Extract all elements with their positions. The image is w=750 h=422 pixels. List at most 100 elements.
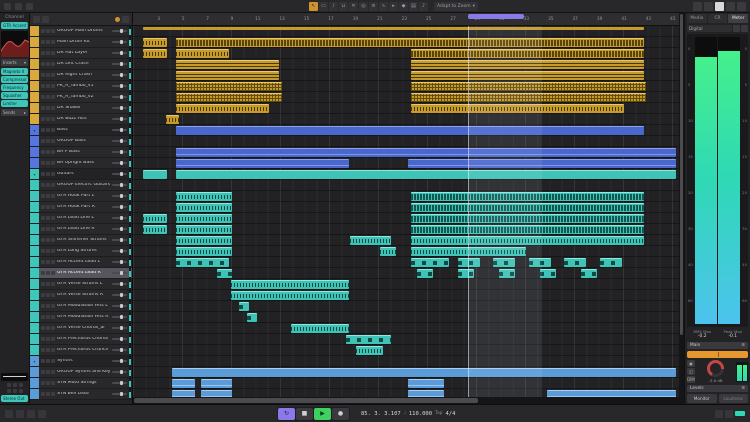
insert-slot[interactable]: Limiter [1, 100, 28, 107]
track-volume-slider[interactable] [112, 272, 127, 274]
track-row-gtr-verse-strums-r[interactable]: GTR Verse Strums R [30, 290, 132, 301]
record-enable-icon[interactable] [51, 271, 55, 275]
record-enable-icon[interactable] [51, 40, 55, 44]
track-lane[interactable] [133, 268, 679, 279]
event-clip[interactable] [217, 269, 233, 278]
solo-icon[interactable] [46, 315, 50, 319]
event-clip[interactable] [411, 93, 646, 102]
insert-slot[interactable]: Magneto II [1, 68, 28, 75]
event-clip[interactable] [499, 269, 515, 278]
track-row-ba-upright-bass[interactable]: BA Upright Bass [30, 158, 132, 169]
track-lane[interactable] [133, 81, 679, 92]
event-clip[interactable] [350, 236, 391, 245]
draw-tool[interactable]: ∿ [379, 2, 388, 11]
track-lane[interactable] [133, 224, 679, 235]
mute-icon[interactable] [41, 326, 45, 330]
record-enable-icon[interactable] [51, 29, 55, 33]
mute-icon[interactable] [41, 29, 45, 33]
cycle-button[interactable]: ↻ [278, 408, 295, 420]
mute-tool[interactable]: ≡ [369, 2, 378, 11]
vertical-scrollbar-thumb[interactable] [680, 14, 683, 335]
timeline-ruler[interactable]: 3579111315171921232527293133353739414345 [133, 13, 679, 26]
event-clip[interactable] [176, 49, 230, 58]
track-lane[interactable] [133, 323, 679, 334]
track-volume-slider[interactable] [112, 129, 127, 131]
track-volume-slider[interactable] [112, 371, 127, 373]
event-clip[interactable] [143, 38, 167, 47]
zoom-tool[interactable]: ◎ [359, 2, 368, 11]
event-clip[interactable] [172, 368, 432, 377]
track-volume-slider[interactable] [112, 305, 127, 307]
solo-icon[interactable] [46, 117, 50, 121]
record-enable-icon[interactable] [51, 238, 55, 242]
track-row-gtr-hook-part-l[interactable]: GTR Hook Part L [30, 191, 132, 202]
zone-left-icon[interactable] [715, 2, 724, 11]
track-volume-slider[interactable] [112, 217, 127, 219]
track-volume-slider[interactable] [112, 239, 127, 241]
event-clip[interactable] [143, 225, 167, 234]
event-clip[interactable] [411, 71, 644, 80]
event-clip[interactable] [380, 247, 396, 256]
event-clip[interactable] [176, 236, 233, 245]
mute-icon[interactable] [41, 315, 45, 319]
mute-icon[interactable] [41, 106, 45, 110]
event-clip[interactable] [411, 82, 646, 91]
event-display[interactable] [133, 26, 679, 397]
record-enable-icon[interactable] [51, 216, 55, 220]
track-lane[interactable] [133, 158, 679, 169]
event-clip[interactable] [458, 269, 474, 278]
record-enable-icon[interactable] [51, 128, 55, 132]
track-row-gtr-modulation-hits-r[interactable]: GTR Modulation Hits R [30, 312, 132, 323]
maximize-icon[interactable] [26, 3, 33, 10]
track-row-ba-p-bass[interactable]: BA P Bass [30, 147, 132, 158]
solo-icon[interactable] [46, 293, 50, 297]
solo-icon[interactable] [46, 227, 50, 231]
solo-icon[interactable] [46, 73, 50, 77]
record-enable-icon[interactable] [51, 227, 55, 231]
track-volume-slider[interactable] [112, 107, 127, 109]
track-volume-slider[interactable] [112, 195, 127, 197]
track-lane[interactable] [133, 279, 679, 290]
solo-icon[interactable] [46, 128, 50, 132]
mute-icon[interactable] [41, 84, 45, 88]
mute-icon[interactable] [41, 40, 45, 44]
snap-toggle[interactable]: ▤ [409, 2, 418, 11]
sends-section-header[interactable]: Sends ▸ [1, 109, 28, 116]
event-clip[interactable] [231, 280, 349, 289]
audio-performance-icon[interactable] [16, 410, 24, 418]
mute-icon[interactable] [41, 282, 45, 286]
tab-cr[interactable]: CR [708, 14, 728, 23]
track-volume-slider[interactable] [112, 338, 127, 340]
vertical-scrollbar[interactable] [679, 13, 684, 404]
event-clip[interactable] [231, 291, 349, 300]
track-lane[interactable] [133, 290, 679, 301]
record-enable-icon[interactable] [51, 51, 55, 55]
stop-button[interactable]: ■ [296, 408, 313, 420]
mute-icon[interactable] [41, 260, 45, 264]
monitor-icon[interactable] [7, 389, 11, 393]
menu-icon[interactable] [4, 3, 11, 10]
solo-icon[interactable] [46, 172, 50, 176]
track-volume-slider[interactable] [112, 316, 127, 318]
solo-icon[interactable] [46, 348, 50, 352]
event-clip[interactable] [346, 335, 391, 344]
event-clip[interactable] [172, 379, 195, 388]
track-volume-slider[interactable] [112, 349, 127, 351]
track-lane[interactable] [133, 26, 679, 37]
track-volume-slider[interactable] [112, 140, 127, 142]
track-lane[interactable] [133, 125, 679, 136]
track-row-gtr-prechorus-crunch[interactable]: GTR Prechorus Crunch [30, 345, 132, 356]
track-row-dr-right-crash[interactable]: DR Right Crash [30, 70, 132, 81]
tab-media[interactable]: Media [687, 14, 707, 23]
track-lane[interactable] [133, 59, 679, 70]
event-clip[interactable] [411, 247, 526, 256]
track-lane[interactable] [133, 257, 679, 268]
track-volume-slider[interactable] [112, 206, 127, 208]
event-clip[interactable] [411, 49, 644, 58]
object-select-tool[interactable]: ↖ [309, 2, 318, 11]
meter-scale-dropdown[interactable]: Digital [687, 25, 732, 32]
mute-icon[interactable] [41, 348, 45, 352]
track-row-guitars[interactable]: ▾Guitars [30, 169, 132, 180]
track-row-synths[interactable]: ▾Synths [30, 356, 132, 367]
track-lane[interactable] [133, 301, 679, 312]
